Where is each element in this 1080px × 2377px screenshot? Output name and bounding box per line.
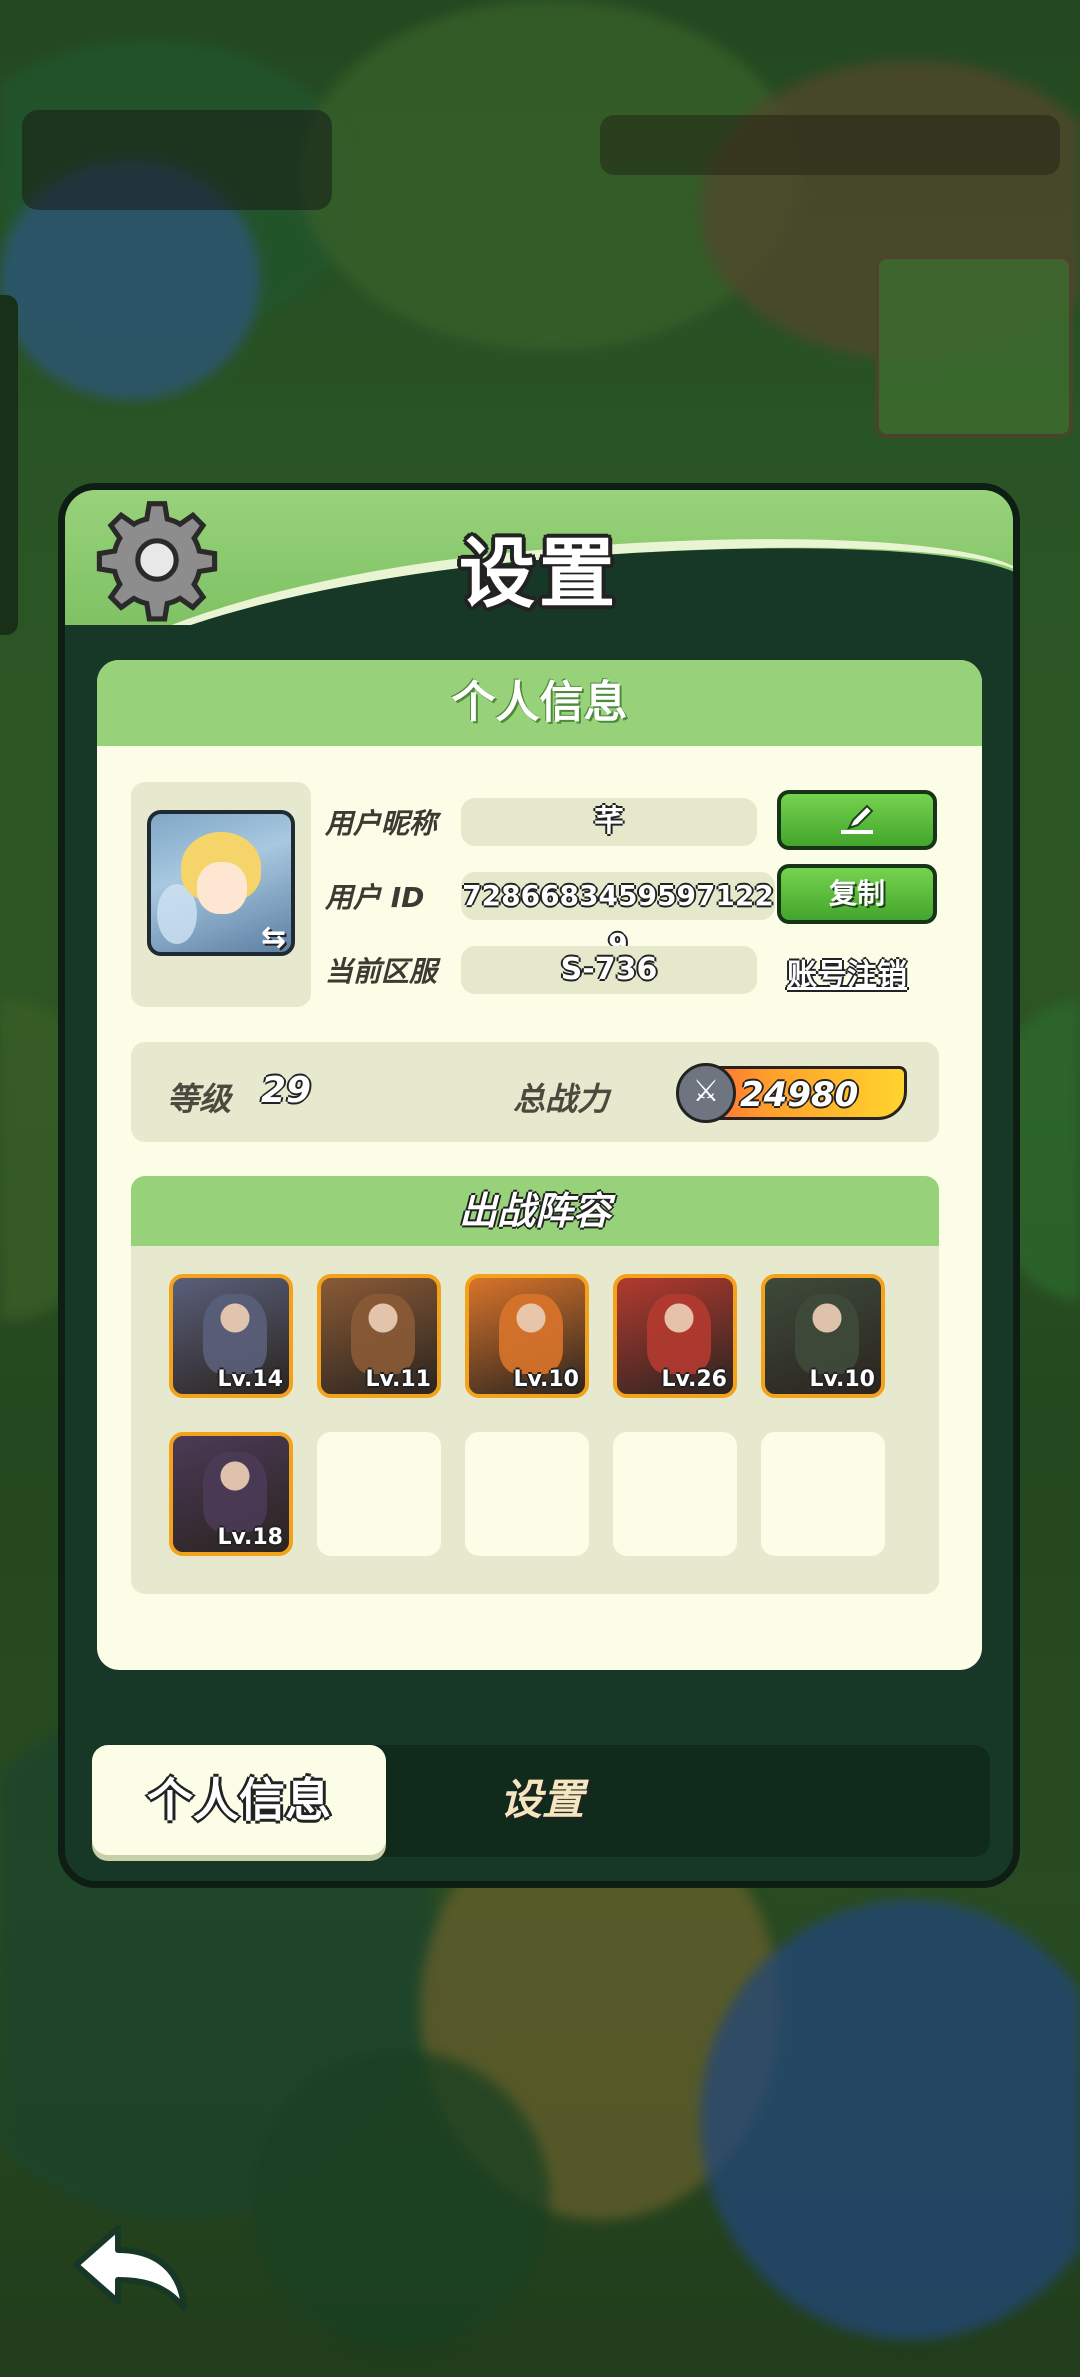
hero-portrait — [203, 1294, 267, 1374]
hero-portrait — [203, 1452, 267, 1532]
swap-avatar-icon[interactable]: ⇆ — [261, 920, 295, 955]
level-value: 29 — [261, 1070, 312, 1111]
hero-slot[interactable]: Lv.11 — [317, 1274, 441, 1398]
power-value: 24980 — [740, 1075, 859, 1115]
power-label: 总战力 — [513, 1080, 610, 1118]
tab-personal-info[interactable]: 个人信息 — [92, 1745, 386, 1855]
empty-hero-slot[interactable] — [317, 1432, 441, 1556]
nickname-value: 芊 — [461, 798, 757, 846]
user-id-label: 用户 ID — [325, 881, 425, 914]
cancel-account-link[interactable]: 账号注销 — [787, 950, 907, 994]
user-id-value: 7286683459597122​9 — [461, 872, 775, 960]
empty-hero-slot[interactable] — [761, 1432, 885, 1556]
hero-level: Lv.14 — [217, 1367, 283, 1392]
hero-portrait — [795, 1294, 859, 1374]
personal-info-card: 个人信息 ⇆ 用户昵称 芊 用户 ID 7286683459597122​9 复… — [97, 660, 982, 1670]
hero-level: Lv.10 — [809, 1367, 875, 1392]
hero-slot[interactable]: Lv.18 — [169, 1432, 293, 1556]
hero-level: Lv.11 — [365, 1367, 431, 1392]
hero-slot[interactable]: Lv.10 — [761, 1274, 885, 1398]
tab-bar: 个人信息 设置 — [92, 1745, 990, 1857]
copy-button[interactable]: 复制 — [777, 864, 937, 924]
page-title: 设置 — [459, 529, 619, 618]
panel-header: 设置 — [65, 490, 1013, 625]
hero-level: Lv.18 — [217, 1525, 283, 1550]
empty-hero-slot[interactable] — [613, 1432, 737, 1556]
hero-portrait — [647, 1294, 711, 1374]
pencil-icon — [841, 804, 874, 834]
hero-portrait — [499, 1294, 563, 1374]
hero-level: Lv.10 — [513, 1367, 579, 1392]
nickname-label: 用户昵称 — [325, 807, 438, 840]
server-label: 当前区服 — [325, 955, 438, 988]
battle-lineup: 出战阵容 Lv.14 Lv.11 Lv.10 Lv.26 Lv.10 Lv.18 — [131, 1176, 939, 1594]
hero-level: Lv.26 — [661, 1367, 727, 1392]
power-badge: ⚔ 24980 — [676, 1063, 907, 1123]
edit-nickname-button[interactable] — [777, 790, 937, 850]
server-value: S-736 — [461, 946, 757, 994]
hero-slot[interactable]: Lv.14 — [169, 1274, 293, 1398]
hero-slot[interactable]: Lv.26 — [613, 1274, 737, 1398]
crossed-swords-icon: ⚔ — [676, 1063, 736, 1123]
avatar-frame: ⇆ — [131, 782, 311, 1007]
empty-hero-slot[interactable] — [465, 1432, 589, 1556]
hero-slot[interactable]: Lv.10 — [465, 1274, 589, 1398]
hero-portrait — [351, 1294, 415, 1374]
personal-info-header: 个人信息 — [97, 660, 982, 746]
tab-settings[interactable]: 设置 — [442, 1745, 642, 1855]
lineup-header: 出战阵容 — [131, 1176, 939, 1246]
back-arrow-icon[interactable] — [56, 2210, 196, 2320]
stats-bar: 等级 29 总战力 ⚔ 24980 — [131, 1042, 939, 1142]
level-label: 等级 — [167, 1080, 232, 1118]
